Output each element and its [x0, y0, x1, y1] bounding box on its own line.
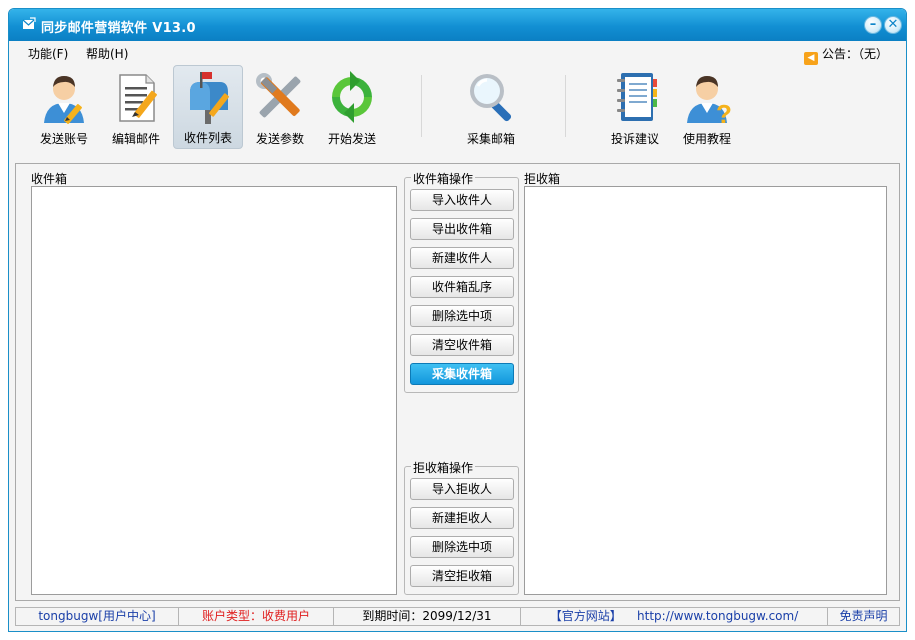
status-bar: tongbugw[用户中心] 账户类型：收费用户 到期时间：2099/12/31…	[15, 607, 900, 627]
clear-reject-button[interactable]: 清空拒收箱	[410, 565, 514, 587]
toolbar-recipient-list[interactable]: 收件列表	[173, 65, 243, 149]
toolbar-label: 发送参数	[255, 132, 304, 146]
toolbar-label: 投诉建议	[610, 132, 659, 146]
toolbar-feedback[interactable]: 投诉建议	[600, 65, 670, 149]
shuffle-inbox-button[interactable]: 收件箱乱序	[410, 276, 514, 298]
export-inbox-button[interactable]: 导出收件箱	[410, 218, 514, 240]
toolbar-label: 编辑邮件	[111, 132, 160, 146]
disclaimer-link[interactable]: 免责声明	[827, 607, 900, 626]
refresh-arrows-icon	[332, 71, 372, 123]
toolbar-label: 开始发送	[327, 132, 376, 146]
minimize-icon: –	[869, 17, 877, 32]
menu-help[interactable]: 帮助(H)	[86, 45, 128, 62]
notice-area[interactable]: ◀ 公告：（无）	[803, 45, 888, 65]
inbox-list[interactable]	[31, 186, 397, 595]
content-area: 收件箱 收件箱操作 导入收件人 导出收件箱 新建收件人 收件箱乱序 删除选中项 …	[15, 163, 900, 601]
toolbar-collect-mail[interactable]: 采集邮箱	[456, 65, 526, 149]
import-recipients-button[interactable]: 导入收件人	[410, 189, 514, 211]
title-bar[interactable]: 同步邮件营销软件 V13.0 – ✕	[9, 9, 906, 41]
toolbar-tutorial[interactable]: ? 使用教程	[672, 65, 742, 149]
notebook-icon	[617, 73, 657, 121]
reject-label: 拒收箱	[524, 172, 561, 186]
expiry-date: 到期时间：2099/12/31	[333, 607, 521, 626]
minimize-button[interactable]: –	[864, 16, 882, 34]
window-title: 同步邮件营销软件 V13.0	[41, 21, 196, 36]
reject-ops-group: 拒收箱操作 导入拒收人 新建拒收人 删除选中项 清空拒收箱	[404, 459, 519, 595]
user-center-link[interactable]: tongbugw[用户中心]	[15, 607, 179, 626]
close-button[interactable]: ✕	[884, 16, 902, 34]
official-site[interactable]: 【官方网站】 http://www.tongbugw.com/	[520, 607, 828, 626]
official-site-url[interactable]: http://www.tongbugw.com/	[637, 609, 798, 623]
import-rejects-button[interactable]: 导入拒收人	[410, 478, 514, 500]
user-help-icon: ?	[687, 76, 732, 125]
menu-function[interactable]: 功能(F)	[28, 45, 68, 62]
menu-bar: 功能(F) 帮助(H) ◀ 公告：（无）	[9, 41, 906, 65]
main-window: 同步邮件营销软件 V13.0 – ✕ 功能(F) 帮助(H) ◀ 公告：（无） 发…	[8, 8, 907, 632]
delete-selected-reject-button[interactable]: 删除选中项	[410, 536, 514, 558]
toolbar-label: 采集邮箱	[466, 132, 515, 146]
inbox-ops-title: 收件箱操作	[411, 170, 476, 187]
toolbar-edit-mail[interactable]: 编辑邮件	[101, 65, 171, 149]
toolbar-separator	[565, 75, 566, 137]
toolbar-start-send[interactable]: 开始发送	[317, 65, 387, 149]
collect-inbox-button[interactable]: 采集收件箱	[410, 363, 514, 385]
inbox-ops-group: 收件箱操作 导入收件人 导出收件箱 新建收件人 收件箱乱序 删除选中项 清空收件…	[404, 170, 519, 393]
clear-inbox-button[interactable]: 清空收件箱	[410, 334, 514, 356]
delete-selected-button[interactable]: 删除选中项	[410, 305, 514, 327]
reject-list[interactable]	[524, 186, 887, 595]
toolbar-label: 使用教程	[682, 132, 731, 146]
tools-icon	[256, 73, 301, 118]
user-pencil-icon	[44, 76, 84, 124]
toolbar-label: 发送账号	[39, 132, 88, 146]
official-site-label[interactable]: 【官方网站】	[550, 609, 622, 623]
mailbox-icon	[190, 72, 229, 124]
new-reject-button[interactable]: 新建拒收人	[410, 507, 514, 529]
account-type: 账户类型：收费用户	[178, 607, 334, 626]
app-mail-icon	[22, 17, 36, 29]
document-edit-icon	[119, 74, 157, 122]
new-recipient-button[interactable]: 新建收件人	[410, 247, 514, 269]
reject-ops-title: 拒收箱操作	[411, 459, 476, 476]
toolbar-send-account[interactable]: 发送账号	[29, 65, 99, 149]
close-icon: ✕	[887, 17, 899, 32]
toolbar-label: 收件列表	[183, 131, 232, 145]
svg-text:?: ?	[716, 99, 732, 125]
inbox-label: 收件箱	[31, 172, 68, 186]
toolbar-send-params[interactable]: 发送参数	[245, 65, 315, 149]
notice-label: 公告：（无）	[821, 47, 888, 61]
toolbar-separator	[421, 75, 422, 137]
magnifier-icon	[470, 74, 512, 122]
toolbar: 发送账号 编辑邮件 收件列表 发送参数 开始发送 采集邮箱 投诉建议 ? 使用教…	[9, 63, 906, 153]
